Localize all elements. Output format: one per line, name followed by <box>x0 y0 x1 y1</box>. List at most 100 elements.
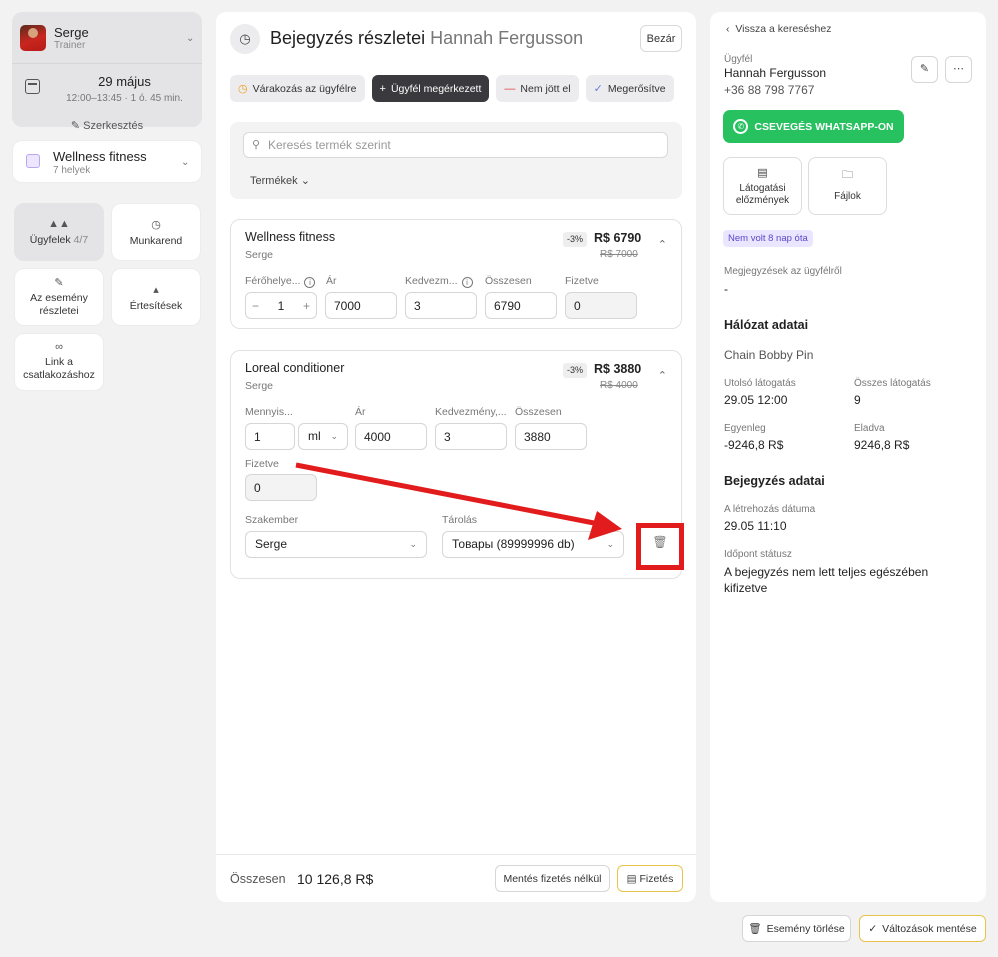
client-phone[interactable]: +36 88 798 7767 <box>724 83 814 97</box>
delete-event-label: Esemény törlése <box>766 922 845 935</box>
status-arrived-button[interactable]: + Ügyfél megérkezett <box>371 75 490 102</box>
price-input[interactable] <box>355 423 427 450</box>
item-staff: Serge <box>245 380 274 392</box>
service-selector[interactable]: Wellness fitness 7 helyek ⌄ <box>12 140 202 183</box>
calendar-icon <box>25 79 40 94</box>
status-buttons: ◷ Várakozás az ügyfélre + Ügyfél megérkeze… <box>230 75 674 102</box>
chevron-up-icon[interactable]: ⌃ <box>658 369 667 382</box>
info-icon[interactable]: i <box>461 277 473 288</box>
page-title: Bejegyzés részletei Hannah Fergusson <box>270 28 583 49</box>
nav-tile-schedule[interactable]: ◷ Munkarend <box>111 203 201 261</box>
booking-details-panel: ◷ Bejegyzés részletei Hannah Fergusson B… <box>216 12 696 902</box>
places-label-text: Férőhelye... <box>245 275 301 287</box>
places-value: 1 <box>277 298 285 313</box>
clock-icon: ◷ <box>238 83 248 95</box>
status-no-show-button[interactable]: — Nem jött el <box>496 75 579 102</box>
product-search-input[interactable] <box>243 132 668 158</box>
discount-badge: -3% <box>563 363 587 378</box>
service-name: Wellness fitness <box>53 149 147 164</box>
paid-input <box>565 292 637 319</box>
edit-label: Szerkesztés <box>83 120 144 132</box>
more-options-icon[interactable]: ⋯ <box>945 56 972 83</box>
pay-button[interactable]: ▤ Fizetés <box>617 865 683 892</box>
chevron-left-icon: ‹ <box>726 23 730 35</box>
discount-label-text: Kedvezm... <box>405 275 458 287</box>
unit-select[interactable]: ml ⌄ <box>298 423 348 450</box>
avatar <box>20 25 46 51</box>
products-label: Termékek <box>250 175 298 187</box>
clock-icon: ◷ <box>151 219 161 231</box>
chevron-down-icon[interactable]: ⌄ <box>186 33 196 44</box>
status-value: A bejegyzés nem lett teljes egészében ki… <box>724 565 929 595</box>
places-stepper[interactable]: − 1 + <box>245 292 317 319</box>
chevron-down-icon: ⌄ <box>300 175 310 187</box>
total-value: 10 126,8 R$ <box>297 871 374 887</box>
info-icon[interactable]: i <box>304 277 316 288</box>
save-changes-label: Változások mentése <box>882 922 977 935</box>
pencil-icon: ✎ <box>70 120 81 132</box>
total-visits-value: 9 <box>854 393 861 407</box>
price-input[interactable] <box>325 292 397 319</box>
calendar-clock-icon: ◷ <box>230 24 260 54</box>
sold-value: 9246,8 R$ <box>854 438 910 452</box>
check-icon: ✓ <box>593 83 603 95</box>
nav-tile-clients[interactable]: ▲▲ Ügyfelek 4/7 <box>14 203 104 261</box>
total-input[interactable] <box>485 292 557 319</box>
minus-icon[interactable]: − <box>252 299 259 313</box>
nav-tile-event-details[interactable]: ✎ Az esemény részletei <box>14 268 104 326</box>
close-button[interactable]: Bezár <box>640 25 682 52</box>
sold-label: Eladva <box>854 423 885 434</box>
balance-label: Egyenleg <box>724 423 766 434</box>
files-button[interactable]: 🗀 Fájlok <box>808 157 887 215</box>
staff-card[interactable]: Serge Trainer ⌄ 29 május 12:00–13:45 · 1… <box>12 12 202 132</box>
storage-select[interactable]: Товары (89999996 db) ⌄ <box>442 531 624 558</box>
client-panel: ‹ Vissza a kereséshez Ügyfél Hannah Ferg… <box>710 12 986 902</box>
item-staff: Serge <box>245 249 274 261</box>
network-title: Hálózat adatai <box>724 318 809 332</box>
booking-title: Bejegyzés adatai <box>724 474 825 488</box>
nav-event-details-label-2: részletei <box>39 305 79 317</box>
total-input[interactable] <box>515 423 587 450</box>
back-to-search-link[interactable]: ‹ Vissza a kereséshez <box>726 23 831 35</box>
plus-icon[interactable]: + <box>303 299 310 313</box>
minus-icon: — <box>504 82 516 95</box>
nav-tile-notifications[interactable]: ▴ Értesítések <box>111 268 201 326</box>
edit-event-link[interactable]: ✎ Szerkesztés <box>12 119 202 132</box>
nav-tile-join-link[interactable]: ∞ Link a csatlakozáshoz <box>14 333 104 391</box>
created-value: 29.05 11:10 <box>724 519 787 533</box>
edit-client-pencil-icon[interactable]: ✎ <box>911 56 938 83</box>
specialist-select[interactable]: Serge ⌄ <box>245 531 427 558</box>
visit-history-button[interactable]: ▤ Látogatási előzmények <box>723 157 802 215</box>
delete-event-button[interactable]: 🗑 Esemény törlése <box>742 915 851 942</box>
discount-input[interactable] <box>435 423 507 450</box>
save-without-payment-button[interactable]: Mentés fizetés nélkül <box>495 865 610 892</box>
whatsapp-chat-button[interactable]: ✆ CSEVEGÉS WHATSAPP-ON <box>723 110 904 143</box>
nav-schedule-label: Munkarend <box>129 235 183 247</box>
back-label: Vissza a kereséshez <box>735 23 832 35</box>
staff-selector[interactable]: Serge Trainer ⌄ <box>20 18 196 58</box>
save-changes-button[interactable]: ✓ Változások mentése <box>859 915 986 942</box>
status-confirmed-button[interactable]: ✓ Megerősítve <box>585 75 674 102</box>
item-card-wellness-fitness: Wellness fitness Serge -3% R$ 6790 R$ 70… <box>230 219 682 329</box>
notes-value: - <box>724 282 728 296</box>
history-list-icon: ▤ <box>757 167 768 179</box>
chevron-down-icon[interactable]: ⌄ <box>181 157 191 168</box>
status-waiting-button[interactable]: ◷ Várakozás az ügyfélre <box>230 75 365 102</box>
annotation-highlight-box <box>636 523 684 570</box>
chevron-down-icon: ⌄ <box>606 539 614 549</box>
chevron-up-icon[interactable]: ⌃ <box>658 238 667 251</box>
item-card-loreal-conditioner: Loreal conditioner Serge -3% R$ 3880 R$ … <box>230 350 682 579</box>
item-price: R$ 3880 <box>594 362 642 376</box>
products-filter-dropdown[interactable]: Termékek ⌄ <box>250 174 310 187</box>
discount-label: Kedvezm... i <box>405 275 473 288</box>
quantity-label: Mennyis... <box>245 406 293 418</box>
item-name: Wellness fitness <box>245 230 336 244</box>
users-icon: ▲▲ <box>48 218 70 230</box>
discount-input[interactable] <box>405 292 477 319</box>
nav-event-details-label-1: Az esemény <box>30 292 88 304</box>
nav-clients-label: Ügyfelek <box>29 234 71 246</box>
quantity-input[interactable] <box>245 423 295 450</box>
balance-value: -9246,8 R$ <box>724 438 784 452</box>
item-price: R$ 6790 <box>594 231 642 245</box>
calendar-icon <box>26 154 40 168</box>
